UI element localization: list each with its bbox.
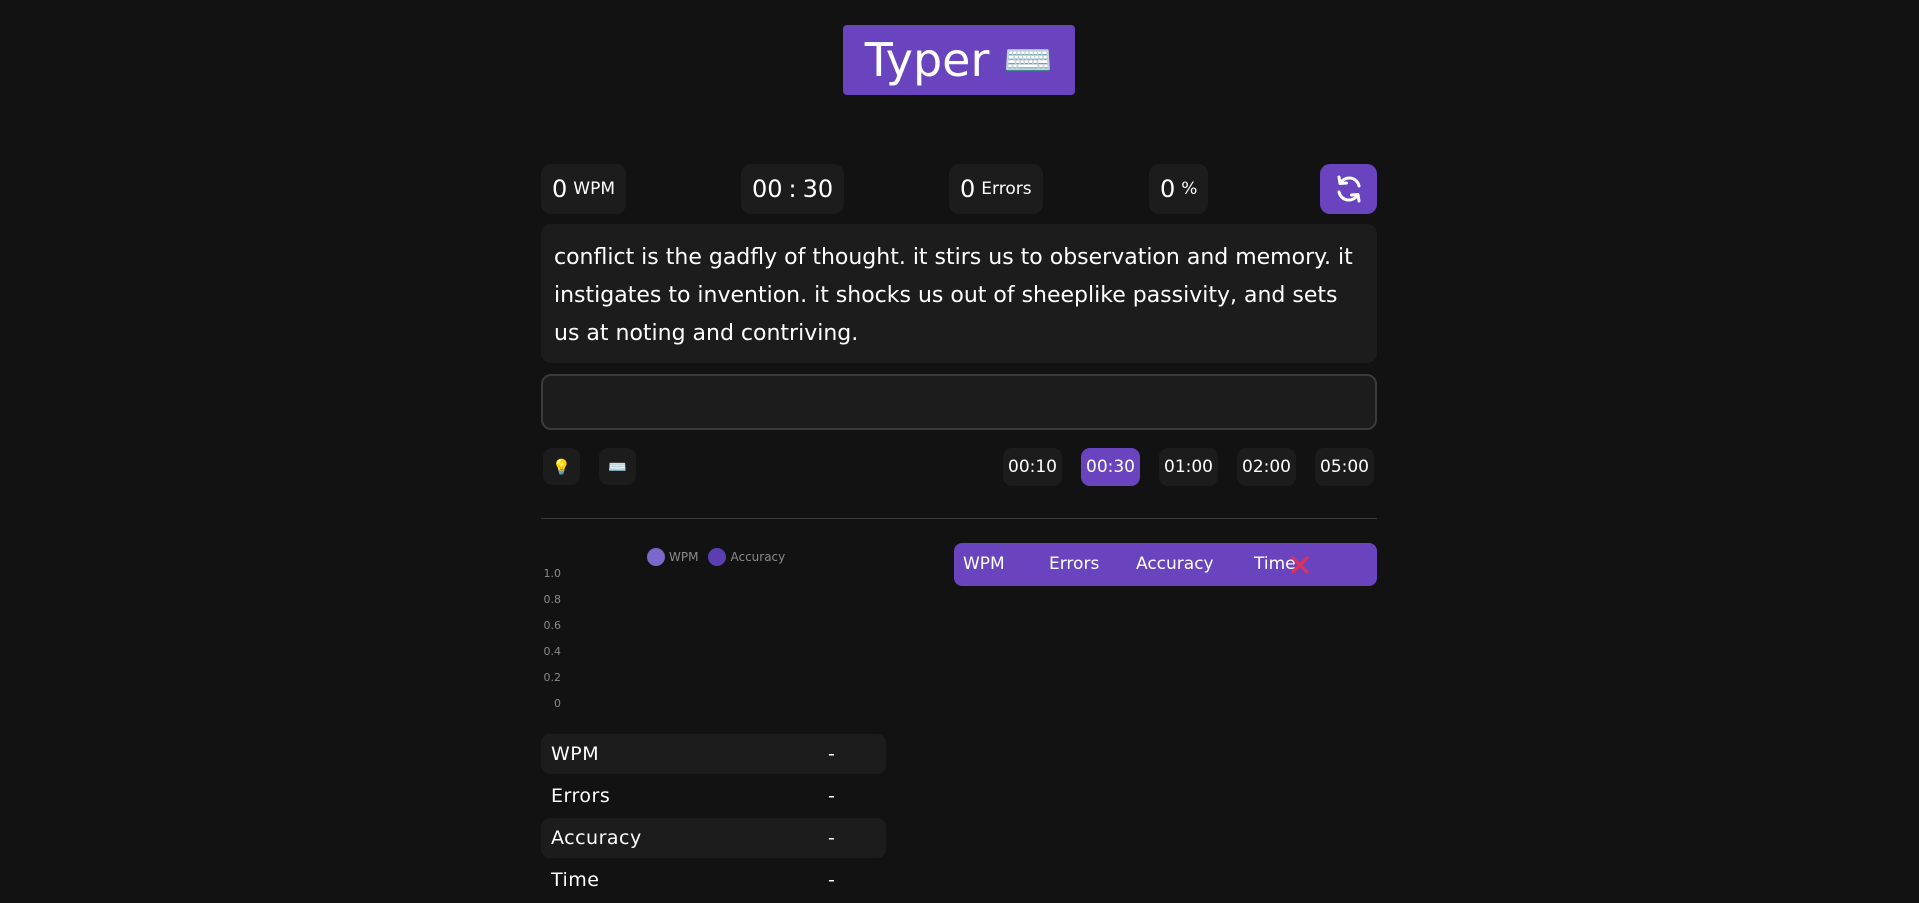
wpm-value: 0 [552, 175, 568, 203]
result-label: WPM [551, 743, 600, 765]
wpm-unit: WPM [573, 179, 616, 199]
result-value: - [828, 743, 836, 765]
legend-swatch-accuracy [708, 548, 727, 566]
legend-label-accuracy: Accuracy [730, 550, 786, 564]
duration-option-2m[interactable]: 02:00 [1237, 448, 1296, 486]
duration-option-30s[interactable]: 00:30 [1081, 448, 1140, 486]
wpm-stat: 0 WPM [541, 164, 627, 214]
typing-input[interactable] [541, 374, 1377, 430]
keyboard-icon: ⌨️ [1003, 37, 1054, 84]
errors-value: 0 [960, 175, 976, 203]
y-tick-label: 0.6 [543, 619, 562, 632]
app-logo: Typer ⌨️ [843, 25, 1075, 95]
hint-button[interactable]: 💡 [543, 448, 580, 485]
duration-option-1m[interactable]: 01:00 [1159, 448, 1218, 486]
result-row-wpm: WPM - [541, 734, 886, 774]
legend-item-wpm[interactable]: WPM [647, 548, 698, 566]
lightbulb-icon: 💡 [552, 457, 571, 476]
history-table-header: WPM Errors Accuracy Time [954, 543, 1377, 586]
accuracy-stat: 0 % [1149, 164, 1209, 214]
accuracy-value: 0 [1160, 175, 1176, 203]
result-label: Time [551, 869, 600, 891]
clear-history-button[interactable] [1286, 551, 1313, 578]
chart-legend: WPM Accuracy [647, 548, 789, 566]
timer-seconds: 30 [802, 175, 834, 203]
refresh-icon [1337, 175, 1360, 203]
reset-button[interactable] [1320, 164, 1377, 214]
y-tick-label: 0.2 [543, 671, 562, 684]
history-col-wpm[interactable]: WPM [963, 554, 1005, 574]
history-col-errors[interactable]: Errors [1049, 554, 1099, 574]
result-label: Errors [551, 785, 611, 807]
timer-separator: : [788, 175, 797, 203]
result-row-time: Time - [541, 860, 886, 900]
typer-app: Typer ⌨️ 0 WPM 00 : 30 0 Errors 0 % conf… [0, 0, 1919, 903]
duration-option-5m[interactable]: 05:00 [1315, 448, 1374, 486]
app-title: Typer [864, 33, 990, 87]
errors-unit: Errors [981, 179, 1032, 199]
y-tick-label: 0.4 [543, 645, 562, 658]
y-tick-label: 0 [554, 697, 561, 710]
duration-option-10s[interactable]: 00:10 [1003, 448, 1062, 486]
result-value: - [828, 869, 836, 891]
history-col-accuracy[interactable]: Accuracy [1136, 554, 1214, 574]
section-divider [541, 518, 1377, 519]
legend-label-wpm: WPM [669, 550, 699, 564]
timer-stat: 00 : 30 [741, 164, 845, 214]
errors-stat: 0 Errors [949, 164, 1043, 214]
close-icon [1290, 555, 1309, 574]
legend-swatch-wpm [647, 548, 665, 566]
keyboard-toggle-button[interactable]: ⌨️ [599, 448, 636, 485]
result-row-errors: Errors - [541, 776, 886, 816]
result-value: - [828, 827, 836, 849]
legend-item-accuracy[interactable]: Accuracy [708, 548, 785, 566]
timer-minutes: 00 [752, 175, 783, 203]
result-value: - [828, 785, 836, 807]
keyboard-icon: ⌨️ [608, 457, 627, 476]
y-tick-label: 1.0 [543, 567, 562, 580]
quote-text: conflict is the gadfly of thought. it st… [541, 224, 1377, 363]
result-row-accuracy: Accuracy - [541, 818, 886, 858]
accuracy-unit: % [1181, 179, 1198, 199]
y-tick-label: 0.8 [543, 593, 562, 606]
result-label: Accuracy [551, 827, 642, 849]
